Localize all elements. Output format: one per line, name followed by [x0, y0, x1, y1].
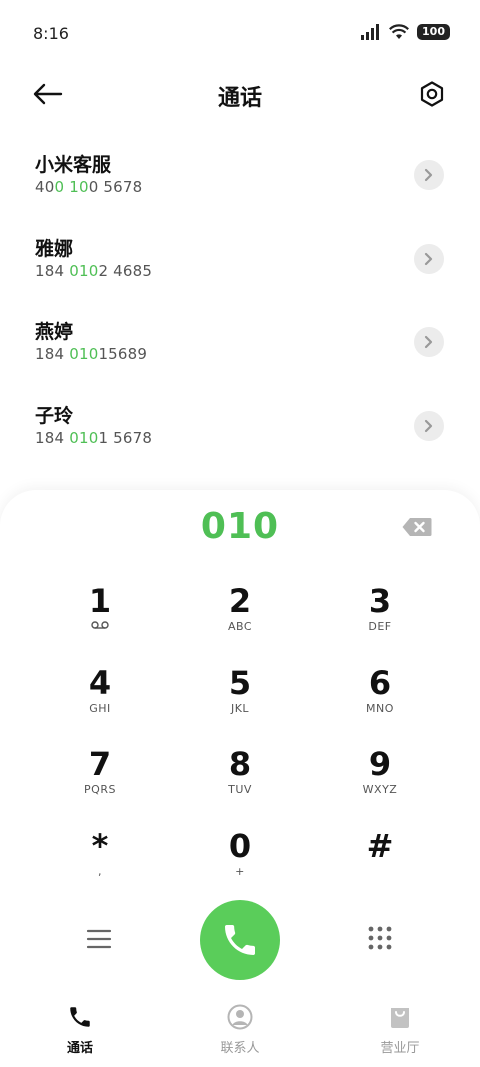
key-digit: 0 — [228, 826, 252, 865]
shopping-bag-icon — [386, 1003, 414, 1031]
contact-number: 400 100 5678 — [35, 178, 143, 196]
contact-detail-button[interactable] — [414, 327, 444, 357]
status-bar: 8:16 100 — [0, 0, 480, 66]
key-4[interactable]: 4 GHI — [30, 660, 170, 742]
nav-tab-calls[interactable]: 通话 — [0, 996, 160, 1067]
menu-button[interactable] — [84, 926, 114, 952]
key-letters: DEF — [368, 620, 392, 633]
key-digit: 4 — [88, 663, 112, 702]
key-0[interactable]: 0 + — [170, 823, 310, 905]
phone-screen: 8:16 100 通话 小米客服 400 100 5678 雅娜 184 010… — [0, 0, 480, 1067]
nav-tab-contacts[interactable]: 联系人 — [160, 996, 320, 1067]
dial-keypad: 1 2 ABC 3 DEF 4 GHI 5 JKL 6 MNO 7 PQRS 8… — [30, 578, 450, 904]
contact-row[interactable]: 燕婷 184 01015689 — [0, 297, 480, 381]
nav-label: 通话 — [66, 1041, 93, 1056]
key-letters: JKL — [230, 701, 250, 715]
contact-row[interactable]: 雅娜 184 0102 4685 — [0, 214, 480, 298]
key-6[interactable]: 6 MNO — [310, 660, 450, 742]
key-letters: TUV — [228, 783, 252, 796]
key-digit: 9 — [368, 745, 392, 783]
key-8[interactable]: 8 TUV — [170, 741, 310, 823]
dialpad-icon — [368, 926, 392, 950]
key-letters: PQRS — [84, 783, 116, 796]
key-digit: 8 — [228, 745, 252, 783]
menu-icon — [86, 929, 112, 949]
status-time: 8:16 — [33, 24, 69, 43]
nav-label: 联系人 — [220, 1041, 260, 1056]
key-digit: 1 — [88, 582, 112, 620]
key-letters: , — [98, 864, 102, 878]
contact-row[interactable]: 子玲 184 0101 5678 — [0, 381, 480, 465]
bottom-nav: 通话 联系人 营业厅 — [0, 996, 480, 1067]
key-digit: # — [366, 826, 394, 865]
key-letters: WXYZ — [362, 783, 398, 796]
phone-icon — [66, 1003, 94, 1031]
key-digit: 3 — [368, 582, 392, 620]
key-9[interactable]: 9 WXYZ — [310, 741, 450, 823]
contact-name: 雅娜 — [35, 237, 74, 260]
dialer-action-row — [0, 898, 480, 982]
settings-icon — [420, 81, 444, 107]
contact-detail-button[interactable] — [414, 410, 444, 441]
settings-button[interactable] — [416, 78, 448, 110]
key-digit: 5 — [228, 663, 252, 702]
key-letters: ABC — [227, 620, 253, 633]
key-digit: 2 — [228, 582, 252, 620]
chevron-right-icon — [424, 168, 433, 182]
contact-person-icon — [226, 1003, 254, 1031]
voicemail-icon — [91, 620, 109, 634]
contact-detail-button[interactable] — [414, 243, 444, 274]
key-digit: 6 — [368, 663, 392, 702]
phone-icon — [225, 925, 255, 955]
backspace-button[interactable] — [402, 516, 432, 538]
key-hash[interactable]: # — [310, 823, 450, 905]
contact-detail-button[interactable] — [414, 160, 444, 190]
chevron-right-icon — [424, 252, 433, 265]
app-bar: 通话 — [0, 66, 480, 124]
key-letters: + — [235, 864, 245, 878]
chevron-right-icon — [424, 419, 433, 432]
contact-number: 184 0102 4685 — [35, 261, 153, 280]
wifi-icon — [389, 24, 410, 39]
contact-number: 184 0101 5678 — [35, 428, 153, 447]
key-7[interactable]: 7 PQRS — [30, 741, 170, 823]
dialer-panel: 010 1 2 ABC 3 DEF 4 GHI 5 JKL 6 MNO 7 PQ… — [0, 490, 480, 1067]
call-button[interactable] — [200, 900, 280, 980]
battery-indicator: 100 — [417, 24, 450, 40]
contact-row[interactable]: 小米客服 400 100 5678 — [0, 130, 480, 214]
key-letters: GHI — [89, 701, 111, 715]
key-3[interactable]: 3 DEF — [310, 578, 450, 660]
key-star[interactable]: * , — [30, 823, 170, 905]
backspace-icon — [402, 518, 432, 536]
key-2[interactable]: 2 ABC — [170, 578, 310, 660]
key-digit: 7 — [88, 745, 112, 783]
status-icons: 100 — [361, 24, 450, 40]
contact-search-results: 小米客服 400 100 5678 雅娜 184 0102 4685 燕婷 18… — [0, 130, 480, 464]
key-5[interactable]: 5 JKL — [170, 660, 310, 742]
key-1[interactable]: 1 — [30, 578, 170, 660]
contact-number: 184 01015689 — [35, 345, 148, 363]
key-letters: MNO — [366, 701, 394, 715]
contact-name: 燕婷 — [35, 321, 74, 343]
nav-label: 营业厅 — [380, 1041, 420, 1056]
nav-tab-store[interactable]: 营业厅 — [320, 996, 480, 1067]
keypad-toggle-button[interactable] — [366, 924, 394, 952]
contact-name: 子玲 — [35, 404, 74, 427]
contact-name: 小米客服 — [35, 154, 112, 176]
page-title: 通话 — [217, 86, 262, 111]
chevron-right-icon — [424, 335, 433, 349]
signal-icon — [361, 24, 380, 40]
key-digit: * — [91, 826, 109, 865]
